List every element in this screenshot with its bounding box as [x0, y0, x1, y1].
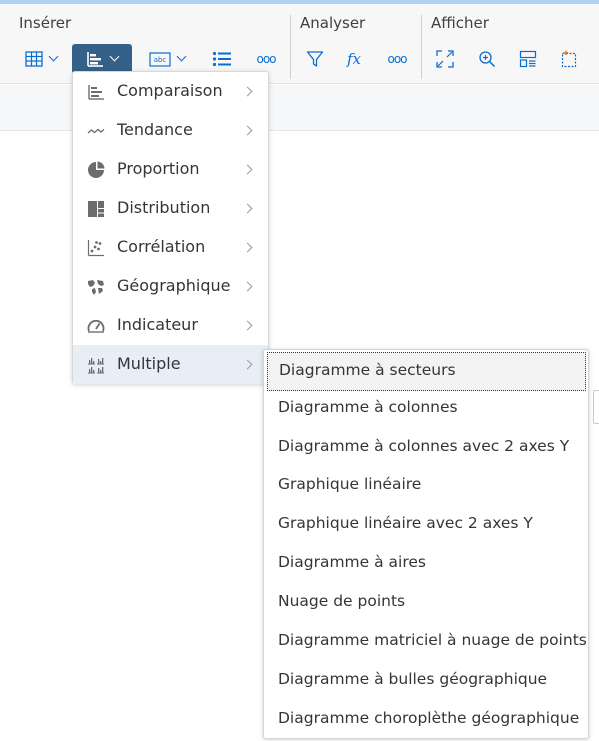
chevron-right-icon — [242, 203, 253, 214]
expand-icon — [436, 50, 454, 68]
submenu-item-geo-bubble[interactable]: Diagramme à bulles géographique — [264, 661, 588, 700]
menu-item-label: Géographique — [117, 276, 231, 295]
submenu-item-label: Diagramme à bulles géographique — [278, 670, 548, 688]
menu-item-label: Comparaison — [117, 81, 223, 100]
menu-item-geographic[interactable]: Géographique — [73, 267, 268, 306]
submenu-item-column-chart-2-y-axes[interactable]: Diagramme à colonnes avec 2 axes Y — [264, 428, 588, 467]
submenu-item-label: Nuage de points — [278, 592, 406, 610]
insert-more-button[interactable]: ooo — [251, 44, 281, 74]
fullscreen-button[interactable] — [430, 44, 460, 74]
analyze-more-button[interactable]: ooo — [382, 44, 412, 74]
canvas-widget-edge — [593, 390, 599, 424]
submenu-item-label: Graphique linéaire avec 2 axes Y — [278, 514, 533, 532]
insert-list-button[interactable] — [205, 44, 239, 74]
layout-button[interactable] — [513, 44, 543, 74]
chevron-right-icon — [242, 242, 253, 253]
pie-chart-icon — [88, 161, 105, 178]
zoom-in-icon — [479, 51, 496, 68]
menu-item-label: Distribution — [117, 198, 211, 217]
group-label-analyze: Analyser — [300, 14, 366, 32]
map-icon — [88, 280, 104, 295]
list-icon — [212, 51, 231, 67]
svg-text:fx: fx — [346, 50, 362, 68]
group-label-insert: Insérer — [19, 14, 72, 32]
submenu-item-label: Diagramme à colonnes avec 2 axes Y — [278, 437, 570, 455]
text-box-icon: abc — [149, 51, 171, 67]
menu-item-multiple[interactable]: Multiple — [73, 345, 268, 384]
formula-icon: fx — [346, 50, 362, 68]
submenu-item-label: Diagramme à aires — [278, 553, 426, 571]
chevron-right-icon — [242, 164, 253, 175]
more-icon: ooo — [256, 52, 276, 66]
submenu-item-label: Diagramme matriciel à nuage de points — [278, 631, 587, 649]
filter-icon — [306, 51, 324, 67]
treemap-icon — [88, 201, 104, 217]
scatter-plot-icon — [87, 240, 104, 257]
submenu-item-pie-chart[interactable]: Diagramme à secteurs — [267, 352, 586, 391]
svg-text:abc: abc — [154, 56, 167, 64]
submenu-item-label: Graphique linéaire — [278, 475, 422, 493]
chart-type-menu: Comparaison Tendance Proportion Distribu… — [72, 71, 269, 384]
gauge-icon — [87, 319, 105, 333]
bar-chart-horizontal-icon — [88, 85, 104, 100]
menu-item-proportion[interactable]: Proportion — [73, 150, 268, 189]
insert-text-button[interactable]: abc — [140, 44, 194, 74]
menu-item-label: Tendance — [117, 120, 193, 139]
submenu-item-label: Diagramme à colonnes — [278, 398, 458, 416]
insert-chart-button[interactable] — [72, 44, 132, 74]
submenu-item-line-chart-2-y-axes[interactable]: Graphique linéaire avec 2 axes Y — [264, 505, 588, 544]
trend-line-icon — [87, 128, 105, 134]
chevron-right-icon — [242, 125, 253, 136]
new-page-icon — [561, 50, 577, 68]
toolbar-separator — [421, 15, 422, 79]
insert-table-button[interactable] — [16, 44, 66, 74]
menu-item-label: Multiple — [117, 354, 181, 373]
layout-icon — [519, 50, 537, 68]
chevron-right-icon — [242, 86, 253, 97]
submenu-item-scatter-matrix[interactable]: Diagramme matriciel à nuage de points — [264, 622, 588, 661]
menu-item-correlation[interactable]: Corrélation — [73, 228, 268, 267]
menu-item-indicator[interactable]: Indicateur — [73, 306, 268, 345]
chevron-right-icon — [242, 281, 253, 292]
multiple-chart-submenu: Diagramme à secteurs Diagramme à colonne… — [263, 349, 589, 739]
formula-button[interactable]: fx — [339, 44, 369, 74]
chevron-right-icon — [242, 359, 253, 370]
submenu-item-geo-choropleth[interactable]: Diagramme choroplèthe géographique — [264, 700, 588, 739]
toolbar-separator — [290, 15, 291, 79]
zoom-button[interactable] — [472, 44, 502, 74]
submenu-item-line-chart[interactable]: Graphique linéaire — [264, 466, 588, 505]
submenu-item-column-chart[interactable]: Diagramme à colonnes — [264, 389, 588, 428]
menu-item-trend[interactable]: Tendance — [73, 111, 268, 150]
menu-item-label: Proportion — [117, 159, 200, 178]
menu-item-label: Corrélation — [117, 237, 206, 256]
chevron-down-icon — [48, 51, 59, 62]
bar-chart-horizontal-icon — [87, 52, 103, 67]
new-page-button[interactable] — [554, 44, 584, 74]
submenu-item-area-chart[interactable]: Diagramme à aires — [264, 544, 588, 583]
submenu-item-scatter-plot[interactable]: Nuage de points — [264, 583, 588, 622]
chevron-down-icon — [109, 51, 120, 62]
group-label-view: Afficher — [431, 14, 489, 32]
filter-button[interactable] — [300, 44, 330, 74]
submenu-item-label: Diagramme choroplèthe géographique — [278, 709, 580, 727]
chevron-right-icon — [242, 320, 253, 331]
menu-item-comparison[interactable]: Comparaison — [73, 72, 268, 111]
submenu-item-label: Diagramme à secteurs — [279, 361, 456, 379]
table-icon — [25, 51, 43, 67]
chevron-down-icon — [176, 51, 187, 62]
multiple-charts-icon — [88, 358, 104, 374]
menu-item-label: Indicateur — [117, 315, 198, 334]
menu-item-distribution[interactable]: Distribution — [73, 189, 268, 228]
more-icon: ooo — [387, 52, 407, 66]
